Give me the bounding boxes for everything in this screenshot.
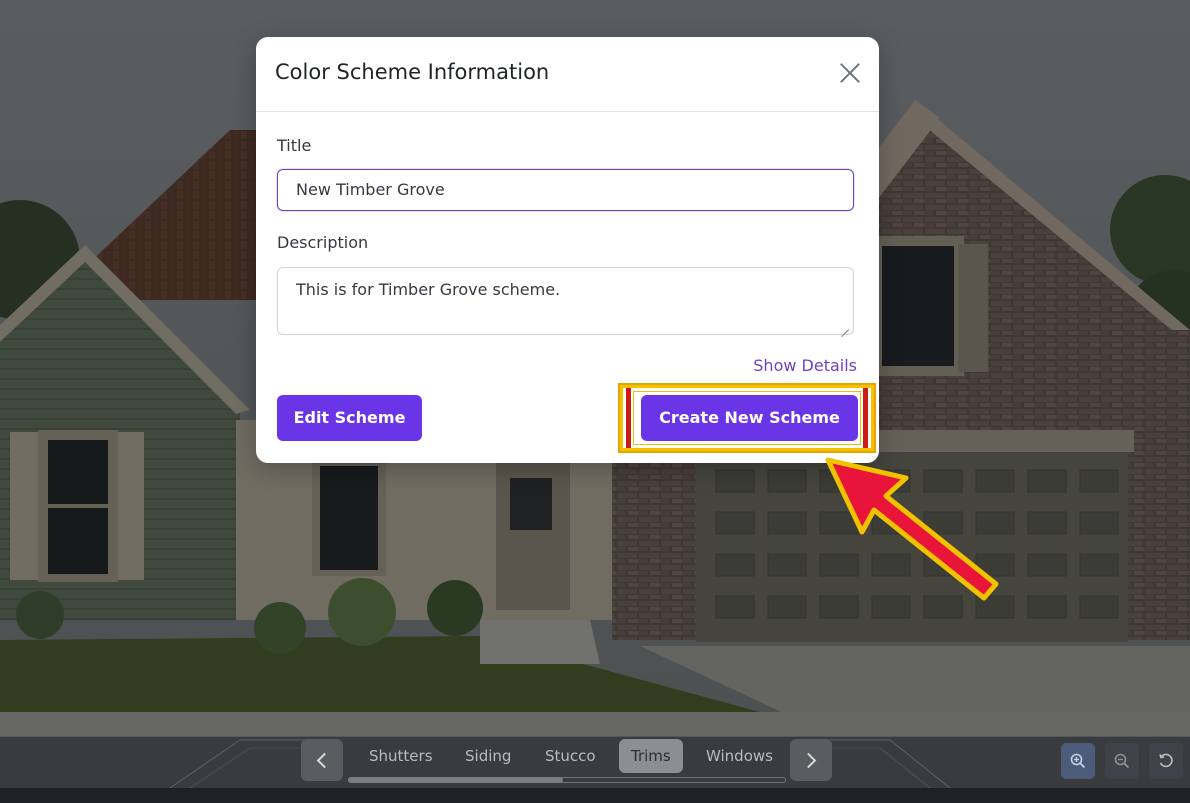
toolbar-wing-left <box>170 739 310 788</box>
prev-category-button[interactable] <box>301 739 343 781</box>
chevron-left-icon <box>316 752 333 769</box>
zoom-in-icon <box>1070 753 1086 769</box>
title-input[interactable]: New Timber Grove <box>277 169 854 211</box>
highlight-box <box>618 383 876 453</box>
tab-siding[interactable]: Siding <box>453 739 523 773</box>
zoom-out-icon <box>1114 753 1130 769</box>
description-text: This is for Timber Grove scheme. <box>296 280 561 299</box>
edit-scheme-button[interactable]: Edit Scheme <box>277 395 422 441</box>
toolbar-base <box>0 788 1190 803</box>
reset-icon <box>1159 753 1173 768</box>
tab-shutters[interactable]: Shutters <box>357 739 445 773</box>
title-label: Title <box>277 136 312 155</box>
toolbar-wing-right <box>830 739 951 788</box>
description-label: Description <box>277 233 369 252</box>
zoom-in-button[interactable] <box>1061 743 1095 779</box>
close-icon[interactable] <box>839 62 861 84</box>
arrow-pointer-icon <box>825 457 999 601</box>
next-category-button[interactable] <box>790 739 832 781</box>
show-details-link[interactable]: Show Details <box>753 356 857 375</box>
reset-view-button[interactable] <box>1149 743 1183 779</box>
modal-title: Color Scheme Information <box>275 60 550 84</box>
chevron-right-icon <box>800 752 817 769</box>
bottom-toolbar: Shutters Siding Stucco Trims Windows <box>0 736 1190 803</box>
resize-handle-icon[interactable] <box>841 322 849 330</box>
highlight-inner <box>633 391 861 445</box>
tab-windows[interactable]: Windows <box>694 739 785 773</box>
modal-header: Color Scheme Information <box>256 37 879 112</box>
tab-trims[interactable]: Trims <box>619 739 683 773</box>
tab-stucco[interactable]: Stucco <box>533 739 608 773</box>
description-textarea[interactable]: This is for Timber Grove scheme. <box>277 267 854 335</box>
zoom-out-button[interactable] <box>1105 743 1139 779</box>
tabs-scrollbar-thumb[interactable] <box>348 777 563 783</box>
